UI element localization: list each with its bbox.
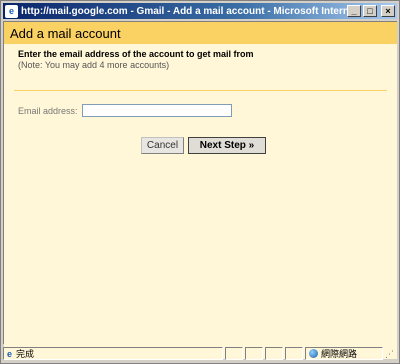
close-button[interactable]: ×: [381, 5, 395, 17]
cancel-button[interactable]: Cancel: [141, 137, 184, 154]
maximize-button[interactable]: □: [363, 5, 377, 17]
status-pane: [285, 347, 303, 360]
next-step-button[interactable]: Next Step »: [188, 137, 266, 154]
dialog-buttons: Cancel Next Step »: [141, 137, 266, 154]
email-input[interactable]: [81, 104, 232, 117]
dialog-panel: Enter the email address of the account t…: [4, 44, 397, 359]
status-pane: [225, 347, 243, 360]
status-bar: e 完成 網際網路 ⋰: [3, 346, 397, 361]
status-text: 完成: [16, 349, 35, 359]
status-pane: [265, 347, 283, 360]
globe-icon: [309, 349, 318, 358]
window-title: http://mail.google.com - Gmail - Add a m…: [21, 5, 347, 17]
account-limit-note: (Note: You may add 4 more accounts): [18, 60, 170, 70]
page-content: Add a mail account Enter the email addre…: [3, 21, 397, 359]
title-bar[interactable]: e http://mail.google.com - Gmail - Add a…: [3, 3, 397, 19]
status-pane: [245, 347, 263, 360]
instruction-text: Enter the email address of the account t…: [18, 49, 254, 59]
email-label: Email address:: [18, 105, 78, 116]
divider: [14, 90, 387, 91]
ie-logo-icon: e: [5, 4, 18, 18]
window-controls: _ □ ×: [347, 5, 395, 17]
status-main: e 完成: [3, 347, 223, 360]
resize-grip-icon[interactable]: ⋰: [385, 348, 397, 360]
minimize-button[interactable]: _: [347, 5, 361, 17]
browser-window: e http://mail.google.com - Gmail - Add a…: [0, 0, 400, 364]
email-row: Email address:: [18, 104, 232, 117]
security-zone[interactable]: 網際網路: [305, 347, 383, 360]
zone-text: 網際網路: [321, 349, 358, 359]
dialog-header: Add a mail account: [4, 22, 397, 44]
page-done-icon: e: [7, 348, 13, 359]
dialog-title: Add a mail account: [10, 25, 121, 41]
